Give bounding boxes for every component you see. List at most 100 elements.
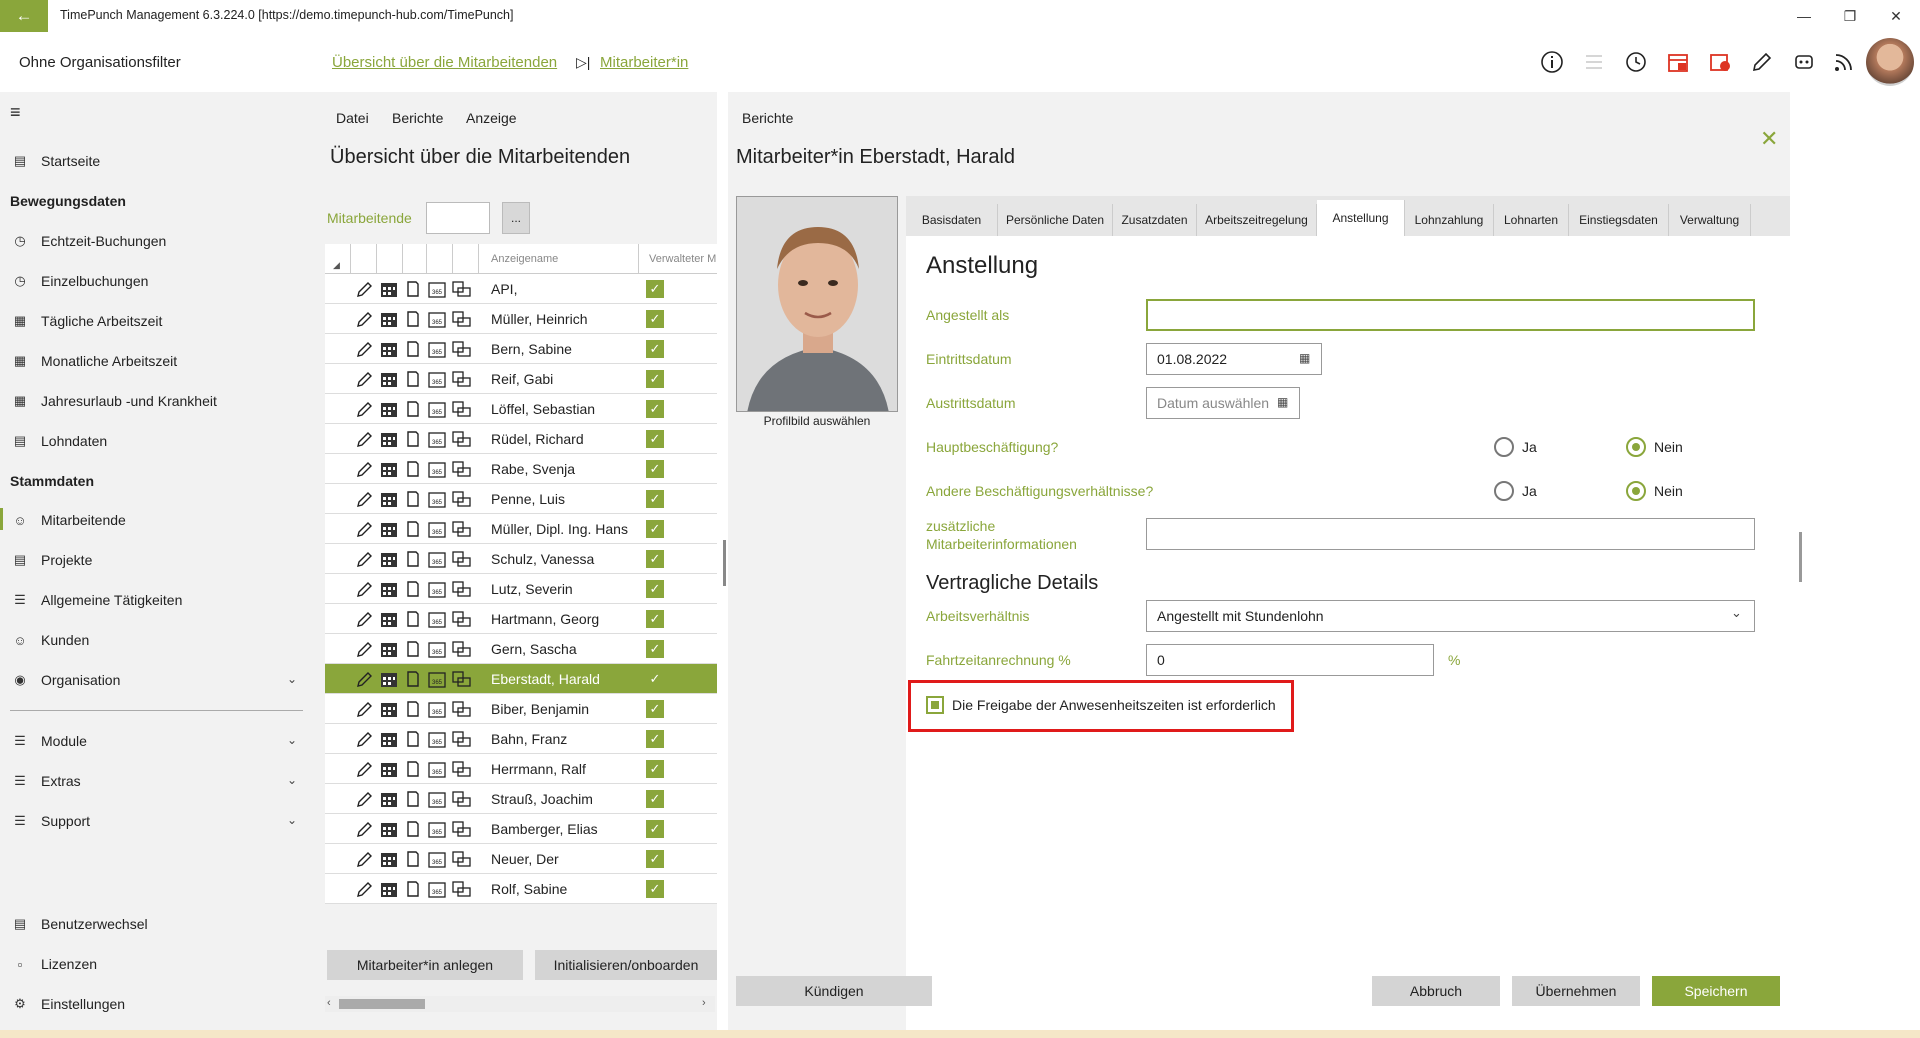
info-icon[interactable] bbox=[1538, 48, 1566, 76]
print-report-icon[interactable] bbox=[451, 669, 471, 689]
main-job-no-radio[interactable] bbox=[1626, 437, 1646, 457]
filter-browse-button[interactable]: ... bbox=[502, 202, 530, 234]
print-report-icon[interactable] bbox=[451, 609, 471, 629]
document-icon[interactable] bbox=[403, 639, 423, 659]
detail-header-reports[interactable]: Berichte bbox=[742, 110, 793, 126]
document-icon[interactable] bbox=[403, 339, 423, 359]
calendar-365-icon[interactable]: 365 bbox=[427, 279, 447, 299]
chevron-down-icon[interactable]: ⌄ bbox=[287, 672, 297, 686]
robot-icon[interactable] bbox=[1790, 48, 1818, 76]
table-row[interactable]: 365 Herrmann, Ralf ✓ bbox=[325, 754, 717, 784]
restore-button[interactable]: ❐ bbox=[1830, 4, 1870, 28]
table-row[interactable]: 365 Schulz, Vanessa ✓ bbox=[325, 544, 717, 574]
table-row[interactable]: 365 Löffel, Sebastian ✓ bbox=[325, 394, 717, 424]
managed-checkbox[interactable]: ✓ bbox=[646, 490, 664, 508]
user-avatar[interactable] bbox=[1866, 38, 1914, 86]
sidebar-item-employees[interactable]: ☺ Mitarbeitende bbox=[10, 505, 125, 535]
table-row[interactable]: 365 Müller, Dipl. Ing. Hans ✓ bbox=[325, 514, 717, 544]
managed-checkbox[interactable]: ✓ bbox=[646, 520, 664, 538]
managed-checkbox[interactable]: ✓ bbox=[646, 790, 664, 808]
table-row[interactable]: 365 Bern, Sabine ✓ bbox=[325, 334, 717, 364]
table-row[interactable]: 365 Bamberger, Elias ✓ bbox=[325, 814, 717, 844]
tab-wage-types[interactable]: Lohnarten bbox=[1494, 204, 1569, 236]
calendar-365-icon[interactable]: 365 bbox=[427, 459, 447, 479]
select-all-cell[interactable]: ◢ bbox=[325, 244, 351, 274]
vertical-scrollbar[interactable] bbox=[1799, 532, 1802, 582]
sidebar-item-organisation[interactable]: ◉ Organisation bbox=[10, 665, 120, 695]
sidebar-item-activities[interactable]: ☰ Allgemeine Tätigkeiten bbox=[10, 585, 182, 615]
tab-personal-data[interactable]: Persönliche Daten bbox=[998, 204, 1113, 236]
sidebar-item-payroll[interactable]: ▤ Lohndaten bbox=[10, 426, 107, 456]
sidebar-item-user-switch[interactable]: ▤ Benutzerwechsel bbox=[10, 909, 148, 939]
print-report-icon[interactable] bbox=[451, 459, 471, 479]
document-icon[interactable] bbox=[403, 399, 423, 419]
close-window-button[interactable]: ✕ bbox=[1876, 4, 1916, 28]
table-row[interactable]: 365 Müller, Heinrich ✓ bbox=[325, 304, 717, 334]
managed-checkbox[interactable]: ✓ bbox=[646, 610, 664, 628]
edit-pencil-icon[interactable] bbox=[355, 279, 375, 299]
calendar-365-icon[interactable]: 365 bbox=[427, 789, 447, 809]
managed-checkbox[interactable]: ✓ bbox=[646, 430, 664, 448]
sidebar-item-settings[interactable]: ⚙ Einstellungen bbox=[10, 989, 125, 1019]
tab-employment[interactable]: Anstellung bbox=[1317, 200, 1405, 236]
sidebar-item-daily-time[interactable]: ▦ Tägliche Arbeitszeit bbox=[10, 306, 163, 336]
rss-icon[interactable] bbox=[1830, 48, 1858, 76]
print-report-icon[interactable] bbox=[451, 789, 471, 809]
edit-pencil-icon[interactable] bbox=[355, 519, 375, 539]
managed-checkbox[interactable]: ✓ bbox=[646, 670, 664, 688]
print-report-icon[interactable] bbox=[451, 879, 471, 899]
save-button[interactable]: Speichern bbox=[1652, 976, 1780, 1006]
sidebar-item-realtime[interactable]: ◷ Echtzeit-Buchungen bbox=[10, 226, 166, 256]
print-report-icon[interactable] bbox=[451, 369, 471, 389]
document-icon[interactable] bbox=[403, 279, 423, 299]
apply-button[interactable]: Übernehmen bbox=[1512, 976, 1640, 1006]
sidebar-item-monthly-time[interactable]: ▦ Monatliche Arbeitszeit bbox=[10, 346, 177, 376]
calendar-icon[interactable]: ▦ bbox=[1277, 395, 1288, 409]
choose-photo-link[interactable]: Profilbild auswählen bbox=[736, 414, 898, 428]
table-row[interactable]: 365 Hartmann, Georg ✓ bbox=[325, 604, 717, 634]
calendar-grid-icon[interactable] bbox=[379, 519, 399, 539]
calendar-grid-icon[interactable] bbox=[379, 549, 399, 569]
calendar-grid-icon[interactable] bbox=[379, 639, 399, 659]
managed-checkbox[interactable]: ✓ bbox=[646, 580, 664, 598]
filter-input[interactable] bbox=[426, 202, 490, 234]
managed-checkbox[interactable]: ✓ bbox=[646, 340, 664, 358]
table-row[interactable]: 365 Lutz, Severin ✓ bbox=[325, 574, 717, 604]
table-row[interactable]: 365 Neuer, Der ✓ bbox=[325, 844, 717, 874]
managed-checkbox[interactable]: ✓ bbox=[646, 400, 664, 418]
document-icon[interactable] bbox=[403, 459, 423, 479]
calendar-365-icon[interactable]: 365 bbox=[427, 369, 447, 389]
print-report-icon[interactable] bbox=[451, 309, 471, 329]
edit-pencil-icon[interactable] bbox=[355, 759, 375, 779]
employed-as-input[interactable] bbox=[1146, 299, 1755, 331]
column-display-name[interactable]: Anzeigename bbox=[479, 244, 639, 274]
close-icon[interactable]: ✕ bbox=[1760, 126, 1778, 152]
table-row[interactable]: 365 Strauß, Joachim ✓ bbox=[325, 784, 717, 814]
document-icon[interactable] bbox=[403, 429, 423, 449]
calendar-365-icon[interactable]: 365 bbox=[427, 849, 447, 869]
edit-pencil-icon[interactable] bbox=[355, 789, 375, 809]
panel-splitter[interactable] bbox=[723, 540, 726, 586]
edit-pencil-icon[interactable] bbox=[355, 699, 375, 719]
calendar-365-icon[interactable]: 365 bbox=[427, 729, 447, 749]
calendar-grid-icon[interactable] bbox=[379, 459, 399, 479]
document-icon[interactable] bbox=[403, 789, 423, 809]
other-jobs-yes-radio[interactable] bbox=[1494, 481, 1514, 501]
column-managed[interactable]: Verwalteter M bbox=[639, 244, 717, 274]
document-icon[interactable] bbox=[403, 879, 423, 899]
list-icon[interactable] bbox=[1580, 48, 1608, 76]
calendar-365-icon[interactable]: 365 bbox=[427, 759, 447, 779]
calendar-alert-icon[interactable] bbox=[1664, 48, 1692, 76]
edit-pencil-icon[interactable] bbox=[355, 429, 375, 449]
managed-checkbox[interactable]: ✓ bbox=[646, 640, 664, 658]
menu-reports[interactable]: Berichte bbox=[392, 110, 443, 126]
horizontal-scrollbar[interactable]: ‹ › bbox=[325, 996, 715, 1012]
calendar-grid-icon[interactable] bbox=[379, 309, 399, 329]
menu-view[interactable]: Anzeige bbox=[466, 110, 517, 126]
managed-checkbox[interactable]: ✓ bbox=[646, 370, 664, 388]
calendar-365-icon[interactable]: 365 bbox=[427, 699, 447, 719]
sidebar-item-vacation[interactable]: ▦ Jahresurlaub -und Krankheit bbox=[10, 386, 217, 416]
calendar-365-icon[interactable]: 365 bbox=[427, 519, 447, 539]
document-icon[interactable] bbox=[403, 849, 423, 869]
table-row[interactable]: 365 Biber, Benjamin ✓ bbox=[325, 694, 717, 724]
